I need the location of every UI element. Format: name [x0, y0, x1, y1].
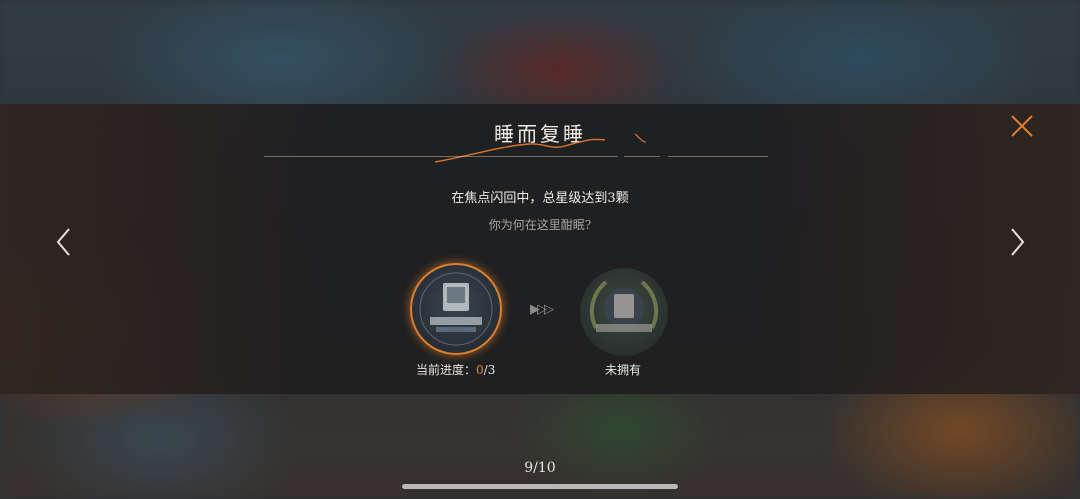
double-arrow-right-icon: ▶▷▷: [530, 302, 554, 317]
next-medal[interactable]: [580, 268, 668, 356]
progress-total: /3: [483, 363, 496, 377]
title-underline-mid: [624, 156, 660, 157]
title-underline-right: [668, 156, 768, 157]
home-indicator-bar: [402, 484, 678, 489]
next-status-label: 未拥有: [605, 363, 642, 377]
current-progress-label: 当前进度：0/3: [416, 361, 495, 378]
achievement-flavor-text: 你为何在这里酣眠?: [488, 218, 592, 232]
title-underline-left: [264, 156, 618, 157]
progress-prefix: 当前进度：: [416, 363, 477, 377]
brush-stroke-decoration: [434, 133, 647, 163]
close-icon[interactable]: [1008, 112, 1036, 140]
page-indicator: 9/10: [524, 460, 556, 476]
laurel-badge-icon: [589, 280, 659, 332]
badge-medal-icon: [419, 272, 493, 346]
current-medal[interactable]: [410, 263, 502, 355]
achievement-condition: 在焦点闪回中，总星级达到3颗: [451, 191, 629, 206]
progress-current-value: 0: [476, 363, 484, 377]
